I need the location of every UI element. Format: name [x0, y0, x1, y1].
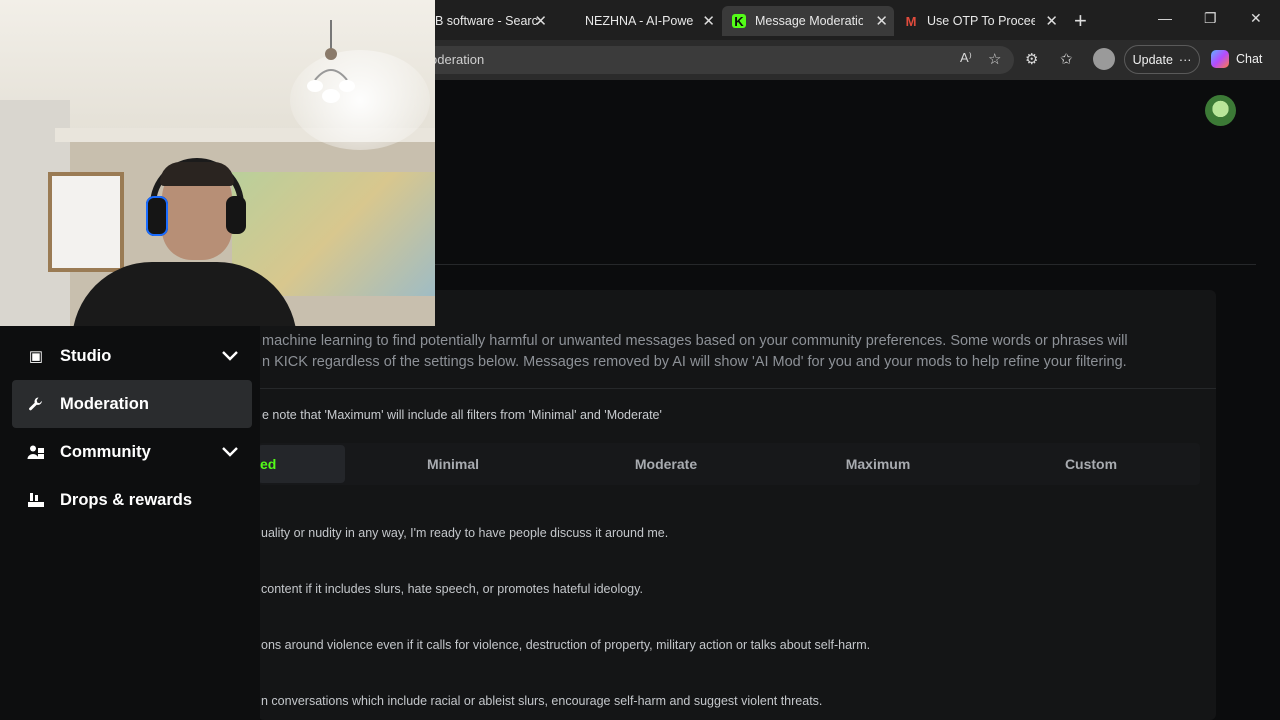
- ai-moderation-description: machine learning to find potentially har…: [262, 331, 1182, 373]
- category-hateful-content: content if it includes slurs, hate speec…: [261, 582, 643, 596]
- minimize-icon[interactable]: —: [1158, 10, 1172, 26]
- category-sexual-content: uality or nudity in any way, I'm ready t…: [261, 526, 669, 540]
- tab-title: Message Moderation: [755, 14, 863, 28]
- tab-close-icon[interactable]: ✕: [534, 12, 547, 30]
- copilot-chat-button[interactable]: Chat: [1211, 50, 1262, 68]
- sidebar-item-studio[interactable]: ▣ Studio: [12, 332, 252, 380]
- cam-headset-left: [146, 196, 168, 236]
- sidebar-item-drops-rewards[interactable]: Drops & rewards: [12, 476, 252, 524]
- studio-icon: ▣: [28, 348, 44, 365]
- cam-headset-right: [226, 196, 246, 234]
- url-text[interactable]: oderation: [430, 52, 484, 67]
- community-icon: [27, 443, 45, 461]
- webcam-overlay: [0, 0, 435, 326]
- sidebar-item-label: Studio: [60, 346, 112, 365]
- level-note: e note that 'Maximum' will include all f…: [262, 408, 662, 422]
- category-violence: ons around violence even if it calls for…: [261, 638, 871, 652]
- tab-close-icon[interactable]: ✕: [875, 12, 888, 30]
- drops-icon: [27, 491, 45, 509]
- new-tab-icon[interactable]: +: [1074, 8, 1087, 34]
- update-label: Update: [1132, 52, 1173, 67]
- sidebar-item-label: Drops & rewards: [60, 490, 193, 509]
- creator-sidebar: ▣ Studio Moderation Community Drops & re…: [0, 326, 260, 720]
- category-harassment: n conversations which include racial or …: [261, 694, 823, 708]
- extensions-icon[interactable]: ⚙: [1025, 50, 1038, 68]
- wrench-icon: [27, 395, 45, 413]
- level-option-custom[interactable]: Custom: [985, 445, 1197, 483]
- description-line: machine learning to find potentially har…: [262, 333, 1128, 349]
- chevron-down-icon[interactable]: [222, 444, 238, 460]
- header-divider: [430, 264, 1256, 265]
- level-option-maximum[interactable]: Maximum: [772, 445, 984, 483]
- panel-divider: [258, 388, 1216, 389]
- sidebar-item-community[interactable]: Community: [12, 428, 252, 476]
- sidebar-item-label: Community: [60, 442, 151, 461]
- address-bar[interactable]: [420, 46, 1014, 74]
- kick-favicon-icon: K: [732, 14, 746, 29]
- tab-close-icon[interactable]: ✕: [1045, 12, 1058, 30]
- favorites-icon[interactable]: ✩: [1060, 50, 1073, 68]
- copilot-icon: [1211, 50, 1229, 68]
- browser-tab-message-moderation[interactable]: K Message Moderation ✕: [722, 6, 894, 36]
- sidebar-item-moderation[interactable]: Moderation: [12, 380, 252, 428]
- user-avatar[interactable]: [1205, 95, 1236, 126]
- tab-title: NEZHNA - AI-Powere: [585, 14, 693, 28]
- sidebar-item-label: Moderation: [60, 394, 149, 413]
- level-option-minimal[interactable]: Minimal: [347, 445, 559, 483]
- level-option-disabled[interactable]: ed: [258, 445, 345, 483]
- gmail-favicon-icon: M: [905, 13, 917, 29]
- browser-tab-search[interactable]: B software - Searc ✕: [425, 6, 553, 36]
- browser-tab-nezhna[interactable]: NEZHNA - AI-Powere ✕: [575, 6, 721, 36]
- tab-title: Use OTP To Proceed: [927, 14, 1035, 28]
- more-icon: ···: [1178, 52, 1192, 67]
- cam-whiteboard: [48, 172, 124, 272]
- chat-label: Chat: [1236, 52, 1263, 66]
- tab-title: B software - Searc: [435, 14, 538, 28]
- chandelier-icon: [307, 20, 355, 103]
- level-option-moderate[interactable]: Moderate: [560, 445, 772, 483]
- restore-icon[interactable]: ❐: [1204, 10, 1217, 27]
- tab-close-icon[interactable]: ✕: [702, 12, 715, 30]
- update-button[interactable]: Update ···: [1124, 45, 1200, 74]
- description-line: n KICK regardless of the settings below.…: [262, 354, 1127, 370]
- window-close-icon[interactable]: ✕: [1250, 10, 1262, 27]
- favorite-star-icon[interactable]: ☆: [988, 50, 1001, 68]
- read-aloud-icon[interactable]: A⁾: [960, 50, 972, 66]
- chevron-down-icon[interactable]: [222, 348, 238, 364]
- browser-tab-otp[interactable]: M Use OTP To Proceed ✕: [894, 6, 1064, 36]
- cam-person-hair: [160, 162, 234, 186]
- profile-avatar[interactable]: [1093, 48, 1115, 70]
